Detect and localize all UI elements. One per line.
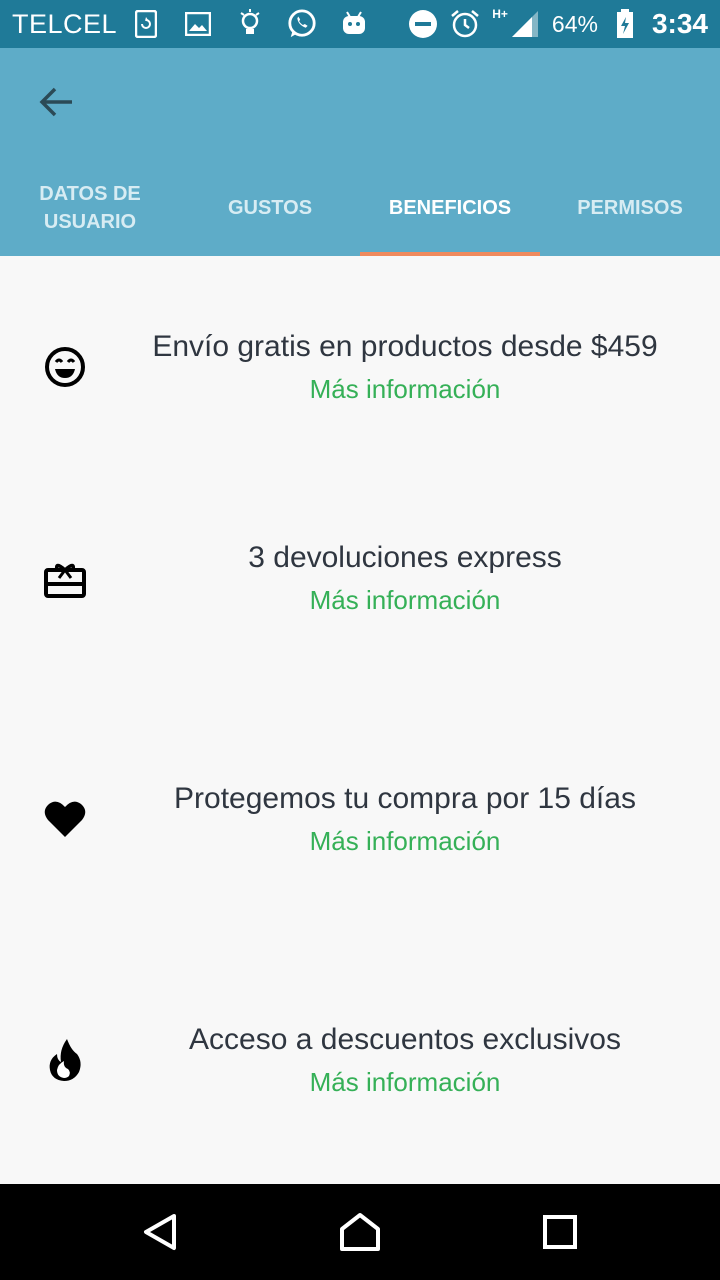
tab-label: BENEFICIOS (388, 197, 512, 219)
tab-bar: DATOS DE USUARIO GUSTOS BENEFICIOS PERMI… (0, 160, 720, 256)
tab-label: DATOS DE USUARIO (39, 183, 141, 233)
smiley-icon (42, 344, 88, 390)
home-icon (339, 1211, 381, 1258)
recents-square-icon (542, 1214, 578, 1255)
tab-label: GUSTOS (227, 197, 313, 219)
benefit-title: Acceso a descuentos exclusivos (189, 1023, 621, 1056)
more-info-link[interactable]: Más información (100, 826, 710, 857)
tab-beneficios[interactable]: BENEFICIOS (360, 160, 540, 256)
benefit-item: 3 devoluciones express Más información (0, 541, 720, 641)
more-info-link[interactable]: Más información (100, 1067, 710, 1098)
navigation-bar (0, 1184, 720, 1280)
nav-home-button[interactable] (338, 1212, 382, 1256)
signal-icon (510, 9, 540, 39)
tab-label: PERMISOS (577, 197, 683, 219)
image-icon (183, 9, 213, 39)
do-not-disturb-icon (408, 9, 438, 39)
battery-percent: 64% (551, 10, 598, 37)
benefit-item: Acceso a descuentos exclusivos Más infor… (0, 1023, 720, 1123)
benefit-title: Protegemos tu compra por 15 días (174, 782, 636, 815)
battery-icon (610, 9, 640, 39)
tab-gustos[interactable]: GUSTOS (180, 160, 360, 256)
benefit-title: Envío gratis en productos desde $459 (152, 330, 658, 363)
app-bar: DATOS DE USUARIO GUSTOS BENEFICIOS PERMI… (0, 48, 720, 256)
more-info-link[interactable]: Más información (100, 374, 710, 405)
nav-back-button[interactable] (138, 1212, 182, 1256)
back-triangle-icon (140, 1212, 180, 1257)
flame-icon (42, 1037, 88, 1083)
back-button[interactable] (30, 84, 82, 124)
tab-permisos[interactable]: PERMISOS (540, 160, 720, 256)
benefit-item: Envío gratis en productos desde $459 Más… (0, 330, 720, 430)
more-info-link[interactable]: Más información (100, 585, 710, 616)
gift-card-icon (42, 555, 88, 601)
sync-icon (131, 9, 161, 39)
status-bar: TELCEL H+ 64% 3:34 (0, 0, 720, 48)
network-type: H+ (492, 7, 508, 21)
alarm-icon (450, 9, 480, 39)
android-icon (339, 9, 369, 39)
arrow-back-icon (38, 86, 74, 123)
nav-recents-button[interactable] (538, 1212, 582, 1256)
benefit-item: Protegemos tu compra por 15 días Más inf… (0, 782, 720, 882)
lightbulb-icon (235, 9, 265, 39)
tab-datos-de-usuario[interactable]: DATOS DE USUARIO (0, 160, 180, 256)
benefit-title: 3 devoluciones express (248, 541, 562, 574)
whatsapp-icon (287, 9, 317, 39)
carrier-name: TELCEL (12, 8, 118, 39)
heart-icon (42, 796, 88, 842)
clock: 3:34 (651, 8, 708, 39)
